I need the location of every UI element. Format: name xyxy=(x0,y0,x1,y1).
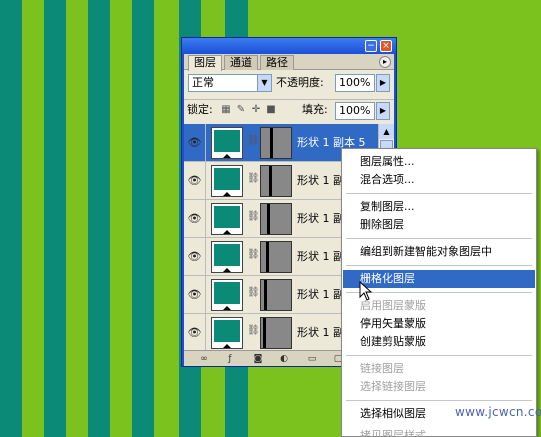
lock-move-icon[interactable]: ✛ xyxy=(250,104,262,116)
layer-thumbnail xyxy=(211,203,243,235)
menu-item-copy-layer-style: 拷贝图层样式 xyxy=(360,429,426,437)
menu-item-link-layers: 链接图层 xyxy=(360,362,404,375)
link-icon: ⛓ xyxy=(247,173,260,184)
menu-separator xyxy=(346,238,532,239)
eye-icon[interactable]: 👁 xyxy=(184,238,206,276)
layer-name: 形状 1 副 xyxy=(297,174,344,187)
panel-menu-icon[interactable]: ▸ xyxy=(379,56,391,68)
layer-thumbnail xyxy=(211,241,243,273)
mouse-cursor-icon xyxy=(359,281,373,301)
menu-separator xyxy=(346,265,532,266)
vector-mask-thumbnail xyxy=(260,165,292,197)
menu-item-disable-vector-mask[interactable]: 停用矢量蒙版 xyxy=(343,315,535,333)
lock-transparent-icon[interactable]: ▦ xyxy=(220,104,232,116)
blend-mode-select[interactable]: 正常 ▼ xyxy=(188,74,272,92)
layer-thumbnail xyxy=(211,317,243,349)
layer-thumbnail xyxy=(211,165,243,197)
add-mask-icon[interactable]: ◙ xyxy=(252,353,264,365)
menu-separator xyxy=(346,355,532,356)
tab-layers[interactable]: 图层 xyxy=(188,55,222,71)
background-stripe xyxy=(0,0,22,437)
menu-item-blending-options[interactable]: 混合选项... xyxy=(343,171,535,189)
menu-item-select-linked-layers: 选择链接图层 xyxy=(360,380,426,393)
blend-mode-value: 正常 xyxy=(192,76,214,89)
menu-item-convert-smart-object[interactable]: 编组到新建智能对象图层中 xyxy=(343,243,535,261)
layer-thumbnail xyxy=(211,127,243,159)
link-icon: ⛓ xyxy=(247,325,260,336)
layer-name: 形状 1 副 xyxy=(297,212,344,225)
link-icon: ⛓ xyxy=(247,287,260,298)
link-layers-icon[interactable]: ∞ xyxy=(198,353,210,365)
lock-all-icon[interactable]: ■ xyxy=(265,104,277,116)
menu-item-duplicate-layer[interactable]: 复制图层... xyxy=(343,198,535,216)
close-icon[interactable]: × xyxy=(380,40,392,52)
watermark: www.jcwcn.com xyxy=(455,405,541,419)
layer-style-icon[interactable]: ƒ xyxy=(224,353,236,365)
tab-paths[interactable]: 路径 xyxy=(260,55,294,70)
vector-mask-thumbnail xyxy=(260,203,292,235)
opacity-label: 不透明度: xyxy=(276,76,324,89)
eye-icon[interactable]: 👁 xyxy=(184,200,206,238)
background-stripe xyxy=(132,0,154,437)
link-icon: ⛓ xyxy=(247,135,260,146)
link-icon: ⛓ xyxy=(247,249,260,260)
layer-name: 形状 1 副 xyxy=(297,250,344,263)
panel-titlebar[interactable]: − × xyxy=(182,38,396,54)
menu-item-delete-layer[interactable]: 删除图层 xyxy=(343,216,535,234)
minimize-icon[interactable]: − xyxy=(365,40,377,52)
vector-mask-thumbnail xyxy=(260,127,292,159)
menu-separator xyxy=(346,400,532,401)
menu-item-create-clipping-mask[interactable]: 创建剪贴蒙版 xyxy=(343,333,535,351)
panel-tabs: 图层 通道 路径 ▸ xyxy=(184,54,394,71)
layer-name: 形状 1 副 xyxy=(297,326,344,339)
fill-label: 填充: xyxy=(302,103,328,116)
adjustment-layer-icon[interactable]: ◐ xyxy=(278,353,290,365)
scroll-up-icon[interactable]: ▲ xyxy=(379,124,394,139)
menu-separator xyxy=(346,193,532,194)
opacity-input[interactable]: 100% xyxy=(335,74,375,92)
vector-mask-thumbnail xyxy=(260,317,292,349)
background-stripe xyxy=(44,0,66,437)
layer-thumbnail xyxy=(211,279,243,311)
lock-label: 锁定: xyxy=(187,103,213,116)
vector-mask-thumbnail xyxy=(260,279,292,311)
new-group-icon[interactable]: ▭ xyxy=(306,353,318,365)
lock-row: 锁定: ▦ ✎ ✛ ■ 填充: 100% ▶ xyxy=(184,99,394,121)
fill-slider-button[interactable]: ▶ xyxy=(376,102,390,120)
fill-input[interactable]: 100% xyxy=(335,102,375,120)
menu-separator xyxy=(346,292,532,293)
eye-icon[interactable]: 👁 xyxy=(184,124,206,162)
chevron-down-icon[interactable]: ▼ xyxy=(257,75,271,91)
layer-name: 形状 1 副 xyxy=(297,288,344,301)
background-stripe xyxy=(88,0,110,437)
lock-brush-icon[interactable]: ✎ xyxy=(235,104,247,116)
eye-icon[interactable]: 👁 xyxy=(184,314,206,352)
blend-row: 正常 ▼ 不透明度: 100% ▶ xyxy=(184,74,394,96)
eye-icon[interactable]: 👁 xyxy=(184,276,206,314)
menu-item-layer-properties[interactable]: 图层属性... xyxy=(343,153,535,171)
opacity-slider-button[interactable]: ▶ xyxy=(376,74,390,92)
tab-channels[interactable]: 通道 xyxy=(224,55,258,70)
vector-mask-thumbnail xyxy=(260,241,292,273)
link-icon: ⛓ xyxy=(247,211,260,222)
eye-icon[interactable]: 👁 xyxy=(184,162,206,200)
